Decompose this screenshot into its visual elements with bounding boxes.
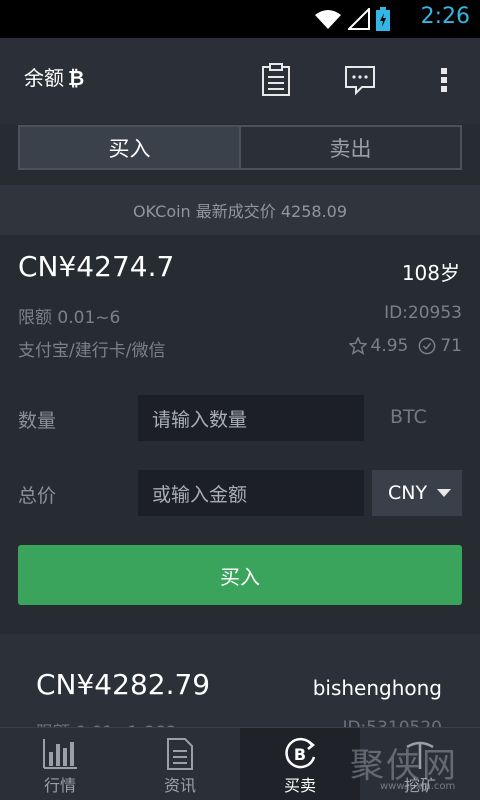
seller-id: ID:20953 [384,303,462,323]
tab-buy[interactable]: 买入 [20,127,239,168]
document-icon [160,736,200,772]
watermark-logo: 聚侠网 [350,746,458,786]
offer-price: CN¥4282.79 [36,668,211,701]
seller-trades: 71 [440,336,462,356]
nav-news-label: 资讯 [163,776,196,795]
currency-selected: CNY [388,482,428,504]
wifi-icon [315,10,341,29]
clipboard-button[interactable] [256,60,296,100]
seller-stats: 4.95 71 [348,336,462,356]
nav-market[interactable]: 行情 [0,728,120,800]
total-label: 总价 [18,485,57,507]
bitcoin-symbol-icon: ₿ [68,66,85,90]
balance-label: 余额 [24,66,64,90]
clipboard-icon [262,63,290,96]
star-icon [348,337,367,355]
buy-button[interactable]: 买入 [18,545,462,605]
chat-icon [345,66,375,96]
nav-trade[interactable]: B 买卖 [240,728,360,800]
amount-input[interactable]: 或输入金额 [138,470,364,516]
quantity-input[interactable]: 请输入数量 [138,395,364,441]
svg-text:B: B [294,745,306,764]
currency-select[interactable]: CNY [372,470,462,516]
dropdown-arrow-icon [437,489,452,497]
seller-rating: 4.95 [370,336,409,356]
nav-news[interactable]: 资讯 [120,728,240,800]
status-time: 2:26 [420,4,470,29]
status-icons [314,6,390,32]
bitcoin-exchange-icon: B [280,736,320,772]
more-vert-icon [441,68,447,92]
seller-age: 108岁 [401,261,460,285]
battery-icon [376,7,390,31]
quantity-unit: BTC [390,406,427,428]
seller-name: bishenghong [312,676,442,700]
messages-button[interactable] [340,60,380,100]
offer-price: CN¥4274.7 [18,250,175,283]
latest-price-banner: OKCoin 最新成交价 4258.09 [0,185,480,235]
balance-title[interactable]: 余额 ₿ [24,62,84,91]
offer-card[interactable]: CN¥4282.79 bishenghong 限额 0.01~1.868 ID:… [0,634,480,743]
nav-market-label: 行情 [43,776,76,795]
payment-methods: 支付宝/建行卡/微信 [18,341,166,361]
offer-limit: 限额 0.01~6 [18,308,121,328]
action-bar: 余额 ₿ [0,38,480,124]
watermark-url: www.juxia.com [380,781,456,792]
check-circle-icon [418,337,436,355]
bar-chart-icon [40,736,80,772]
tab-sell[interactable]: 卖出 [239,127,460,168]
nav-trade-label: 买卖 [283,776,316,795]
overflow-menu-button[interactable] [424,60,464,100]
signal-icon [348,8,370,30]
quantity-label: 数量 [18,410,57,432]
buy-sell-tabs: 买入 卖出 [18,125,462,170]
status-bar: 2:26 [0,0,480,38]
